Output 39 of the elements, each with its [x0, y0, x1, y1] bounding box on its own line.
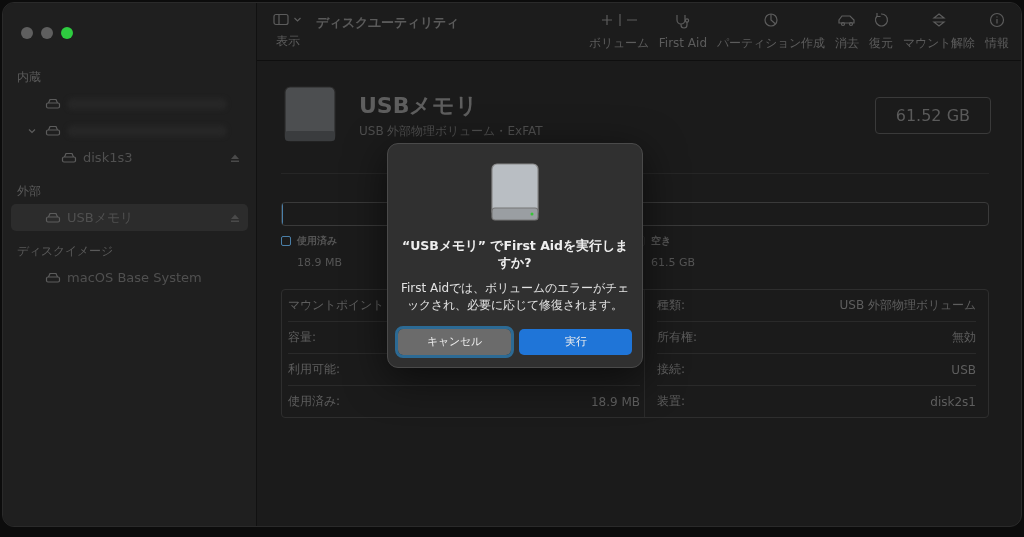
view-button[interactable]: 表示	[269, 13, 306, 50]
info-value: USB 外部物理ボリューム	[839, 297, 976, 314]
sidebar-icon	[273, 13, 289, 26]
drive-drawing	[281, 85, 339, 145]
pie-chart-icon	[763, 11, 779, 28]
restore-icon	[873, 11, 889, 28]
window-title: ディスクユーティリティ	[316, 13, 459, 32]
legend-value: 61.5 GB	[650, 256, 696, 269]
legend-label: 使用済み	[297, 234, 337, 248]
drive-icon	[45, 97, 61, 110]
info-label: 利用可能:	[288, 361, 341, 378]
drive-icon	[45, 211, 61, 224]
volume-name: USBメモリ	[359, 91, 480, 120]
capacity-label: 61.52 GB	[874, 96, 991, 134]
dialog-title: “USBメモリ” でFirst Aidを実行しますか?	[400, 238, 630, 272]
info-label: 接続:	[657, 361, 686, 378]
drive-icon	[61, 151, 77, 164]
dialog-message: First Aidでは、ボリュームのエラーがチェックされ、必要に応じて修復されます。	[399, 279, 631, 315]
info-icon	[989, 11, 1005, 28]
toolbar-button[interactable]: 情報	[981, 11, 1013, 52]
window-control-icon[interactable]	[61, 27, 73, 39]
info-value: 18.9 MB	[590, 394, 640, 409]
run-button[interactable]: 実行	[519, 328, 632, 355]
info-label: 使用済み:	[288, 393, 341, 410]
legend-value: 18.9 MB	[296, 256, 343, 269]
cancel-button[interactable]: キャンセル	[398, 328, 511, 355]
stethoscope-icon	[673, 13, 692, 29]
drive-icon	[45, 124, 61, 137]
info-label: 容量:	[288, 329, 317, 346]
info-value: USB	[951, 362, 976, 377]
chevron-icon	[293, 15, 302, 24]
toolbar-button[interactable]: 復元	[865, 11, 897, 52]
info-value: disk2s1	[930, 394, 976, 409]
info-value: 無効	[952, 329, 976, 346]
toolbar-button[interactable]: ボリューム	[584, 11, 653, 52]
info-label: 種類:	[657, 297, 686, 314]
toolbar-button[interactable]: 消去	[831, 11, 863, 52]
toolbar-button[interactable]: First Aid	[654, 13, 711, 50]
drive-icon	[45, 271, 61, 284]
